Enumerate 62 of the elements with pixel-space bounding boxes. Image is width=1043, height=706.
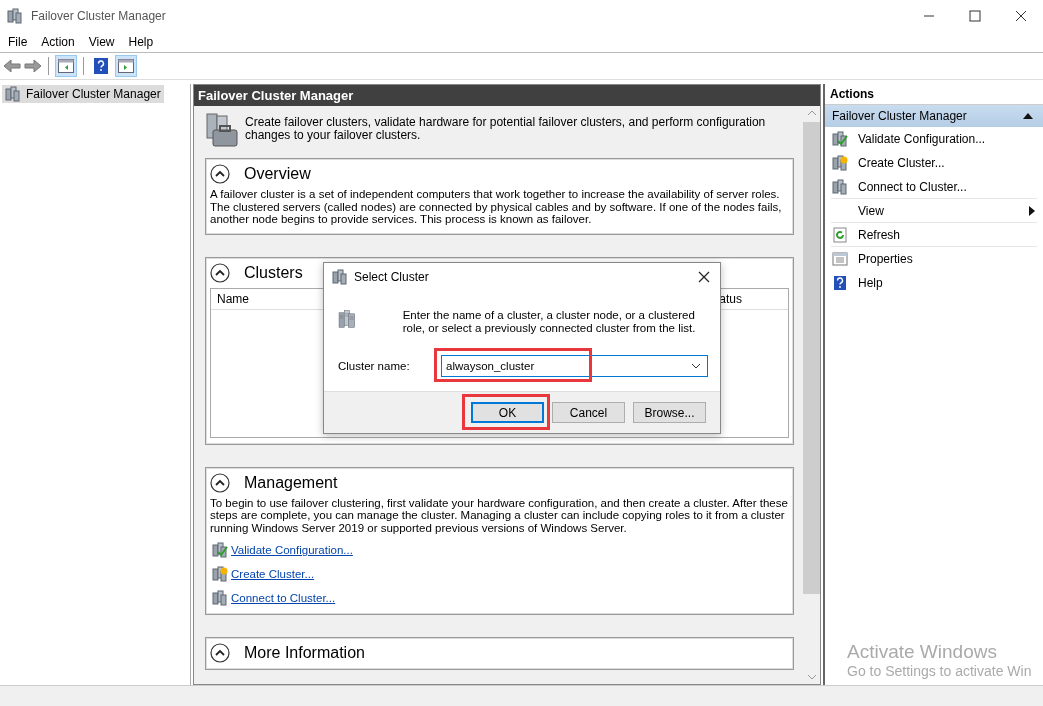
menu-item[interactable]: Action (34, 35, 82, 49)
task-entry[interactable]: Validate Configuration... (831, 127, 1037, 151)
section-text: To begin to use failover clustering, first validate your hardware configuration, and then create a cluster. After these steps are complete, you can manage the cluster. Managing a cluster can include copying roles to it from a cluster running Windows Server 2019 or supported previous versions of Windows Server. (210, 496, 789, 534)
task-entry[interactable]: Connect to Cluster... (831, 175, 1037, 199)
server-icon (212, 590, 228, 606)
task-entry[interactable]: Refresh (831, 223, 1037, 247)
back-arrow-icon[interactable] (3, 58, 21, 74)
menu-item[interactable]: Help (121, 35, 161, 49)
intro-text: Create failover clusters, validate hardware for potential failover clusters, and perform configuration changes to your failover clusters. (245, 116, 767, 144)
collapse-icon[interactable] (210, 262, 230, 283)
link[interactable]: Create Cluster... (231, 568, 315, 580)
dialog-button[interactable]: OK (471, 402, 544, 423)
tree-item[interactable]: Failover Cluster Manager (2, 85, 164, 103)
cluster-name-combobox[interactable]: alwayson_cluster (441, 355, 708, 377)
task-entry[interactable]: Properties (831, 247, 1037, 271)
link[interactable]: Validate Configuration... (231, 544, 353, 556)
collapse-icon[interactable] (210, 643, 230, 663)
submenu-arrow-icon (1029, 205, 1035, 216)
section-title: Clusters (244, 263, 303, 282)
watermark-title: Activate Windows (847, 641, 998, 663)
actions-group-header[interactable]: Failover Cluster Manager (825, 105, 1043, 127)
section-text: A failover cluster is a set of independent computers that work together to increase the availability of server roles. The clustered servers (called nodes) are connected by physical cables and by software. If one of the nodes fails, another node begins to provide services. This process is known as failover. (210, 188, 783, 226)
window-title: Failover Cluster Manager (31, 9, 166, 23)
dropdown-caret-icon[interactable] (691, 363, 701, 369)
server-star-icon (212, 566, 228, 582)
menu-item[interactable]: File (1, 35, 35, 49)
collapse-caret-icon[interactable] (1023, 113, 1033, 119)
pane-header: Failover Cluster Manager (194, 85, 820, 106)
toolbox-icon (205, 112, 239, 148)
server-icon (832, 178, 848, 195)
properties-icon (832, 250, 848, 267)
section-title: Overview (244, 165, 311, 183)
server-icon (5, 86, 21, 102)
close-icon[interactable] (698, 271, 710, 283)
dialog-button[interactable]: Browse... (633, 402, 706, 423)
column-header[interactable]: Name (217, 291, 249, 306)
task-entry[interactable]: View (831, 199, 1037, 223)
section-title: Management (244, 473, 338, 492)
maximize-icon[interactable] (969, 10, 981, 22)
section-title: More Information (244, 644, 365, 662)
collapse-icon[interactable] (210, 164, 230, 184)
help-icon (832, 274, 848, 291)
server-check-icon (212, 542, 228, 558)
refresh-icon (832, 226, 848, 243)
watermark-text: Go to Settings to activate Win (847, 663, 1033, 679)
link[interactable]: Connect to Cluster... (231, 592, 336, 604)
menu-item[interactable]: View (81, 35, 122, 49)
field-label: Cluster name: (338, 360, 411, 372)
dialog-title: Select Cluster (354, 270, 429, 284)
dialog-button[interactable]: Cancel (552, 402, 625, 423)
forward-arrow-icon[interactable] (24, 58, 42, 74)
pane-toggle-button[interactable] (55, 55, 77, 77)
server-icon (332, 269, 348, 285)
server-icon (7, 8, 23, 24)
dialog-message: Enter the name of a cluster, a cluster node, or a clustered role, or select a previously connected cluster from the list. (402, 309, 697, 335)
server-check-icon (832, 130, 848, 147)
close-icon[interactable] (1015, 10, 1027, 22)
pane-toggle-button[interactable] (115, 55, 137, 77)
task-entry[interactable]: Create Cluster... (831, 151, 1037, 175)
server-star-icon (832, 154, 848, 171)
task-entry[interactable]: Help (831, 271, 1037, 295)
collapse-icon[interactable] (210, 472, 230, 493)
